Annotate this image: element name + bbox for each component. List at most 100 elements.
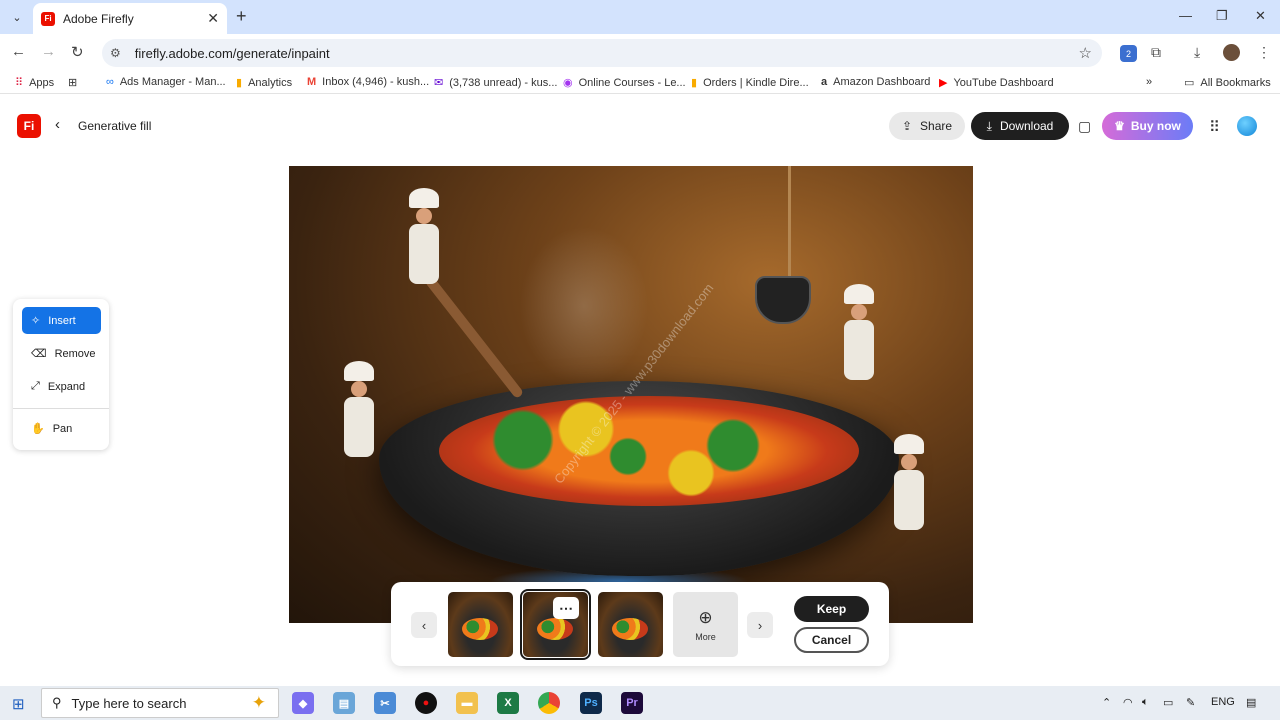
restore-icon[interactable]: ❐ [1216, 8, 1228, 24]
more-options-ellipsis-icon[interactable]: ⋯ [553, 597, 579, 619]
file-explorer-icon[interactable]: ▬ [456, 692, 478, 714]
buy-now-label: Buy now [1130, 119, 1181, 133]
address-bar[interactable]: ⚙ firefly.adobe.com/generate/inpaint ☆ [102, 39, 1102, 67]
minimize-icon[interactable]: — [1179, 8, 1192, 23]
site-info-icon[interactable]: ⚙ [110, 46, 121, 60]
user-avatar[interactable] [1237, 116, 1257, 136]
app-switcher-grid-icon[interactable]: ⠿ [1209, 118, 1220, 136]
bookmark-label: Inbox (4,946) - kush... [322, 76, 430, 88]
notes-app-icon[interactable]: ▤ [333, 692, 355, 714]
variation-thumbnail[interactable] [448, 592, 513, 657]
back-arrow-icon[interactable]: ← [11, 43, 26, 60]
previous-variation-chevron-icon[interactable]: ‹ [411, 612, 437, 638]
extensions-puzzle-icon[interactable]: ⧉ [1151, 44, 1161, 61]
download-button[interactable]: ⤓ Download [971, 112, 1069, 140]
reload-icon[interactable]: ↻ [71, 43, 84, 61]
bookmark-amazon[interactable]: a Amazon Dashboard [821, 76, 930, 88]
tab-list-chevron-icon[interactable]: ⌄ [6, 6, 28, 28]
canvas-image[interactable]: Copyright © 2025 - www.p30download.com [289, 166, 973, 623]
url-text[interactable]: firefly.adobe.com/generate/inpaint [135, 46, 330, 61]
browser-tab-active[interactable]: Fi Adobe Firefly ✕ [33, 3, 227, 34]
buy-now-button[interactable]: ♛ Buy now [1102, 112, 1193, 140]
copilot-app-icon[interactable]: ◆ [292, 692, 314, 714]
search-placeholder: Type here to search [71, 695, 187, 711]
steam [519, 226, 649, 386]
tool-pan[interactable]: ✋ Pan [22, 415, 101, 442]
premiere-pro-icon[interactable]: Pr [621, 692, 643, 714]
insert-sparkle-icon: ✧ [31, 315, 41, 327]
keep-button[interactable]: Keep [794, 596, 869, 622]
variation-thumbnail[interactable] [598, 592, 663, 657]
bookmarks-overflow-icon[interactable]: » [1146, 76, 1152, 88]
rope [788, 166, 791, 276]
bookmark-label: YouTube Dashboard [953, 76, 1054, 89]
more-variations-button[interactable]: ⊕ More [673, 592, 738, 657]
forward-arrow-icon[interactable]: → [41, 43, 56, 60]
tool-divider [13, 408, 109, 409]
bookmark-label: (3,738 unread) - kus... [449, 76, 558, 89]
firefly-logo[interactable]: Fi [17, 114, 41, 138]
search-icon: ⚲ [52, 695, 62, 710]
bookmark-star-icon[interactable]: ☆ [1079, 44, 1092, 62]
cancel-button[interactable]: Cancel [794, 627, 869, 653]
amazon-icon: a [821, 76, 828, 88]
browser-profile-avatar[interactable] [1223, 44, 1240, 61]
browser-menu-icon[interactable]: ⋮ [1257, 44, 1271, 61]
new-tab-plus-icon[interactable]: + [236, 6, 247, 27]
battery-icon[interactable]: ▭ [1163, 696, 1173, 709]
feedback-chat-icon[interactable]: ▢ [1078, 118, 1091, 135]
meta-icon: ∞ [106, 76, 114, 88]
volume-icon[interactable]: 🔈︎ [1142, 696, 1149, 709]
excel-icon[interactable]: X [497, 692, 519, 714]
bookmark-apps[interactable]: ⠿ Apps [15, 76, 54, 90]
download-label: Download [999, 119, 1054, 133]
bookmark-yahoo-mail[interactable]: ✉ (3,738 unread) - kus... [434, 76, 558, 90]
snipping-tool-icon[interactable]: ✂ [374, 692, 396, 714]
record-app-icon[interactable]: ● [415, 692, 437, 714]
language-indicator[interactable]: ENG [1211, 696, 1235, 708]
chef-figure-left [344, 361, 374, 457]
stir-fry-vegetables [439, 396, 859, 506]
bookmark-youtube[interactable]: ▶ YouTube Dashboard [939, 76, 1054, 90]
tool-label: Insert [48, 314, 76, 327]
back-chevron-icon[interactable]: ‹ [55, 116, 60, 133]
pen-icon[interactable]: ✎ [1186, 696, 1195, 709]
downloads-icon[interactable]: ⤓ [1194, 44, 1200, 61]
share-button[interactable]: ⇪ Share [889, 112, 965, 140]
chrome-icon[interactable] [538, 692, 560, 714]
photoshop-icon[interactable]: Ps [580, 692, 602, 714]
tool-remove[interactable]: ⌫ Remove [22, 340, 101, 367]
eraser-icon: ⌫ [31, 348, 47, 360]
tool-label: Pan [52, 422, 73, 435]
notification-center-icon[interactable]: ▤ [1246, 696, 1256, 709]
tool-insert[interactable]: ✧ Insert [22, 307, 101, 334]
chef-figure-bottom-right [894, 434, 924, 530]
windows-start-icon[interactable]: ⊞ [12, 695, 25, 713]
firefly-favicon-icon: Fi [41, 11, 55, 26]
expand-icon: ⤢ [31, 380, 40, 392]
chef-figure-right [844, 284, 874, 380]
variation-thumbnail-selected[interactable]: ⋯ [520, 589, 591, 660]
tool-label: Expand [47, 380, 86, 393]
tab-groups-icon[interactable]: ⊞ [68, 76, 77, 89]
tray-overflow-chevron-icon[interactable]: ⌃ [1102, 696, 1111, 709]
all-bookmarks-label: All Bookmarks [1200, 76, 1271, 89]
youtube-icon: ▶ [939, 77, 948, 89]
bookmark-analytics[interactable]: ▮ Analytics [236, 76, 292, 90]
bookmark-label: Orders | Kindle Dire... [703, 76, 809, 89]
bookmark-kindle[interactable]: ▮ Orders | Kindle Dire... [691, 76, 809, 90]
extension-badge-icon[interactable]: 2 [1120, 45, 1137, 62]
all-bookmarks[interactable]: ▭ All Bookmarks [1184, 76, 1271, 90]
wifi-icon[interactable]: ◠ [1123, 696, 1133, 709]
bookmark-online-courses[interactable]: ◉ Online Courses - Le... [563, 76, 686, 90]
chef-figure-top-left [409, 188, 439, 284]
window-close-icon[interactable]: ✕ [1255, 8, 1266, 24]
analytics-icon: ▮ [236, 77, 243, 89]
tool-expand[interactable]: ⤢ Expand [22, 373, 101, 400]
yahoo-mail-icon: ✉ [434, 77, 444, 89]
bookmark-inbox[interactable]: M Inbox (4,946) - kush... [307, 76, 429, 88]
bookmark-ads-manager[interactable]: ∞ Ads Manager - Man... [106, 76, 226, 88]
taskbar-search-box[interactable]: ⚲ Type here to search ✦ [41, 688, 279, 718]
next-variation-chevron-icon[interactable]: › [747, 612, 773, 638]
tab-close-icon[interactable]: ✕ [207, 10, 219, 27]
